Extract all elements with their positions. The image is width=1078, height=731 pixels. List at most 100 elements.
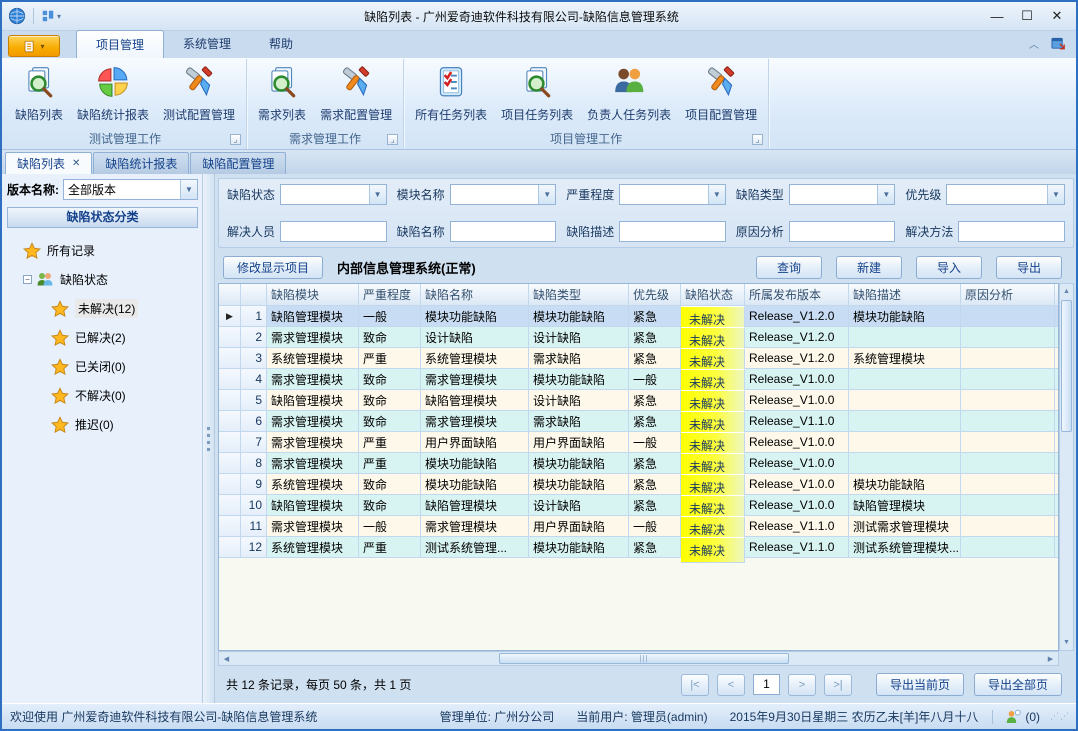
horizontal-scroll-thumb[interactable]: |||	[499, 653, 789, 664]
ribbon-button[interactable]: 测试配置管理	[156, 61, 242, 125]
combo-arrow-icon[interactable]: ▼	[180, 180, 197, 199]
pager-next-button[interactable]: >	[788, 674, 816, 696]
online-user-icon	[1005, 709, 1021, 725]
maximize-button[interactable]: ☐	[1012, 5, 1042, 27]
ribbon-collapse-icon[interactable]: ︿	[1029, 36, 1039, 51]
dialog-launcher-icon[interactable]: ⌟	[752, 134, 763, 145]
grid-header-cell[interactable]: 严重程度	[359, 284, 421, 306]
ribbon-button[interactable]: 项目任务列表	[494, 61, 580, 125]
document-tab-2[interactable]: 缺陷配置管理	[190, 152, 286, 174]
horizontal-scrollbar[interactable]: ◀ ||| ▶	[218, 651, 1059, 666]
export-button[interactable]: 导出	[996, 256, 1062, 279]
scroll-up-icon[interactable]: ▲	[1060, 284, 1073, 299]
filter-input[interactable]	[958, 221, 1065, 242]
grid-cell-cause	[961, 453, 1055, 474]
grid-row-2[interactable]: 2需求管理模块致命设计缺陷设计缺陷紧急未解决Release_V1.2.0	[219, 327, 1058, 348]
grid-row-11[interactable]: 11需求管理模块一般需求管理模块用户界面缺陷一般未解决Release_V1.1.…	[219, 516, 1058, 537]
qat-layout-button[interactable]: ▾	[41, 9, 61, 23]
ribbon-button[interactable]: 需求配置管理	[313, 61, 399, 125]
filter-input[interactable]	[619, 221, 726, 242]
grid-header-cell[interactable]: 缺陷名称	[421, 284, 529, 306]
filter-combo[interactable]: ▼	[450, 184, 557, 205]
pager-last-button[interactable]: >|	[824, 674, 852, 696]
new-button[interactable]: 新建	[836, 256, 902, 279]
query-button[interactable]: 查询	[756, 256, 822, 279]
tree-item[interactable]: 所有记录	[7, 236, 198, 265]
combo-arrow-icon[interactable]: ▼	[1047, 185, 1064, 204]
ribbon-tab-2[interactable]: 帮助	[250, 30, 312, 58]
grid-header-cell[interactable]: 缺陷类型	[529, 284, 629, 306]
grid-row-12[interactable]: 12系统管理模块严重测试系统管理...模块功能缺陷紧急未解决Release_V1…	[219, 537, 1058, 558]
grid-row-7[interactable]: 7需求管理模块严重用户界面缺陷用户界面缺陷一般未解决Release_V1.0.0	[219, 432, 1058, 453]
ribbon-button[interactable]: 项目配置管理	[678, 61, 764, 125]
vertical-scrollbar[interactable]: ▲ ▼	[1059, 283, 1074, 651]
vertical-scroll-thumb[interactable]	[1061, 300, 1072, 432]
document-tab-0[interactable]: 缺陷列表✕	[5, 152, 92, 174]
close-button[interactable]: ✕	[1042, 5, 1072, 27]
dropdown-arrow-icon: ▾	[40, 42, 44, 51]
filter-combo[interactable]: ▼	[280, 184, 387, 205]
tab-close-icon[interactable]: ✕	[72, 158, 80, 169]
minimize-button[interactable]: —	[982, 5, 1012, 27]
grid-row-9[interactable]: 9系统管理模块致命模块功能缺陷模块功能缺陷紧急未解决Release_V1.0.0…	[219, 474, 1058, 495]
ribbon-button[interactable]: 需求列表	[251, 61, 313, 125]
filter-input[interactable]	[450, 221, 557, 242]
grid-header-cell[interactable]: 缺陷模块	[267, 284, 359, 306]
grid-header-cell[interactable]: 缺陷状态	[681, 284, 745, 306]
grid-row-10[interactable]: 10缺陷管理模块致命缺陷管理模块设计缺陷紧急未解决Release_V1.0.0缺…	[219, 495, 1058, 516]
filter-combo[interactable]: ▼	[789, 184, 896, 205]
grid-row-5[interactable]: 5缺陷管理模块致命缺陷管理模块设计缺陷紧急未解决Release_V1.0.0	[219, 390, 1058, 411]
expander-icon[interactable]: −	[23, 275, 32, 284]
sidebar-splitter[interactable]	[202, 174, 215, 703]
grid-row-1[interactable]: ▶1缺陷管理模块一般模块功能缺陷模块功能缺陷紧急未解决Release_V1.2.…	[219, 306, 1058, 327]
scroll-right-icon[interactable]: ▶	[1043, 652, 1058, 665]
filter-combo[interactable]: ▼	[619, 184, 726, 205]
grid-header-indicator	[219, 284, 241, 306]
grid-header-cell[interactable]: 原因分析	[961, 284, 1055, 306]
grid-header-cell[interactable]: 所属发布版本	[745, 284, 849, 306]
ribbon-tab-1[interactable]: 系统管理	[164, 30, 250, 58]
grid-row-4[interactable]: 4需求管理模块致命需求管理模块模块功能缺陷一般未解决Release_V1.0.0	[219, 369, 1058, 390]
combo-arrow-icon[interactable]: ▼	[369, 185, 386, 204]
grid-row-8[interactable]: 8需求管理模块严重模块功能缺陷模块功能缺陷紧急未解决Release_V1.0.0	[219, 453, 1058, 474]
grid-header-cell[interactable]: 优先级	[629, 284, 681, 306]
tree-item[interactable]: −缺陷状态	[7, 265, 198, 294]
filter-label: 缺陷名称	[397, 223, 445, 240]
grid-row-6[interactable]: 6需求管理模块致命需求管理模块需求缺陷紧急未解决Release_V1.1.0	[219, 411, 1058, 432]
export-all-pages-button[interactable]: 导出全部页	[974, 673, 1062, 696]
combo-arrow-icon[interactable]: ▼	[538, 185, 555, 204]
grid-header-cell[interactable]: 缺陷描述	[849, 284, 961, 306]
version-combo[interactable]: 全部版本 ▼	[63, 179, 198, 200]
tree-item[interactable]: 已关闭(0)	[7, 352, 198, 381]
tree-item[interactable]: 不解决(0)	[7, 381, 198, 410]
dialog-launcher-icon[interactable]: ⌟	[230, 134, 241, 145]
ribbon-tab-0[interactable]: 项目管理	[76, 30, 164, 58]
ribbon-window-icon[interactable]	[1051, 36, 1066, 51]
grid-row-3[interactable]: 3系统管理模块严重系统管理模块需求缺陷紧急未解决Release_V1.2.0系统…	[219, 348, 1058, 369]
tree-item[interactable]: 推迟(0)	[7, 410, 198, 439]
document-tab-1[interactable]: 缺陷统计报表	[93, 152, 189, 174]
combo-arrow-icon[interactable]: ▼	[708, 185, 725, 204]
dialog-launcher-icon[interactable]: ⌟	[387, 134, 398, 145]
ribbon-button[interactable]: 负责人任务列表	[580, 61, 678, 125]
scroll-down-icon[interactable]: ▼	[1060, 635, 1073, 650]
filter-input[interactable]	[789, 221, 896, 242]
import-button[interactable]: 导入	[916, 256, 982, 279]
ribbon-button[interactable]: 缺陷列表	[8, 61, 70, 125]
page-number-input[interactable]: 1	[753, 674, 780, 695]
application-menu-button[interactable]: ▾	[8, 35, 60, 57]
filter-input[interactable]	[280, 221, 387, 242]
row-indicator-cell	[219, 348, 241, 369]
ribbon-button[interactable]: 缺陷统计报表	[70, 61, 156, 125]
pager-first-button[interactable]: |<	[681, 674, 709, 696]
tree-item[interactable]: 未解决(12)	[7, 294, 198, 323]
ribbon-button[interactable]: 所有任务列表	[408, 61, 494, 125]
combo-arrow-icon[interactable]: ▼	[877, 185, 894, 204]
scroll-left-icon[interactable]: ◀	[219, 652, 234, 665]
tree-item[interactable]: 已解决(2)	[7, 323, 198, 352]
resize-grip-icon[interactable]: ⋰⋰	[1050, 711, 1070, 722]
modify-display-button[interactable]: 修改显示项目	[223, 256, 323, 279]
pager-prev-button[interactable]: <	[717, 674, 745, 696]
filter-combo[interactable]: ▼	[946, 184, 1065, 205]
export-current-page-button[interactable]: 导出当前页	[876, 673, 964, 696]
